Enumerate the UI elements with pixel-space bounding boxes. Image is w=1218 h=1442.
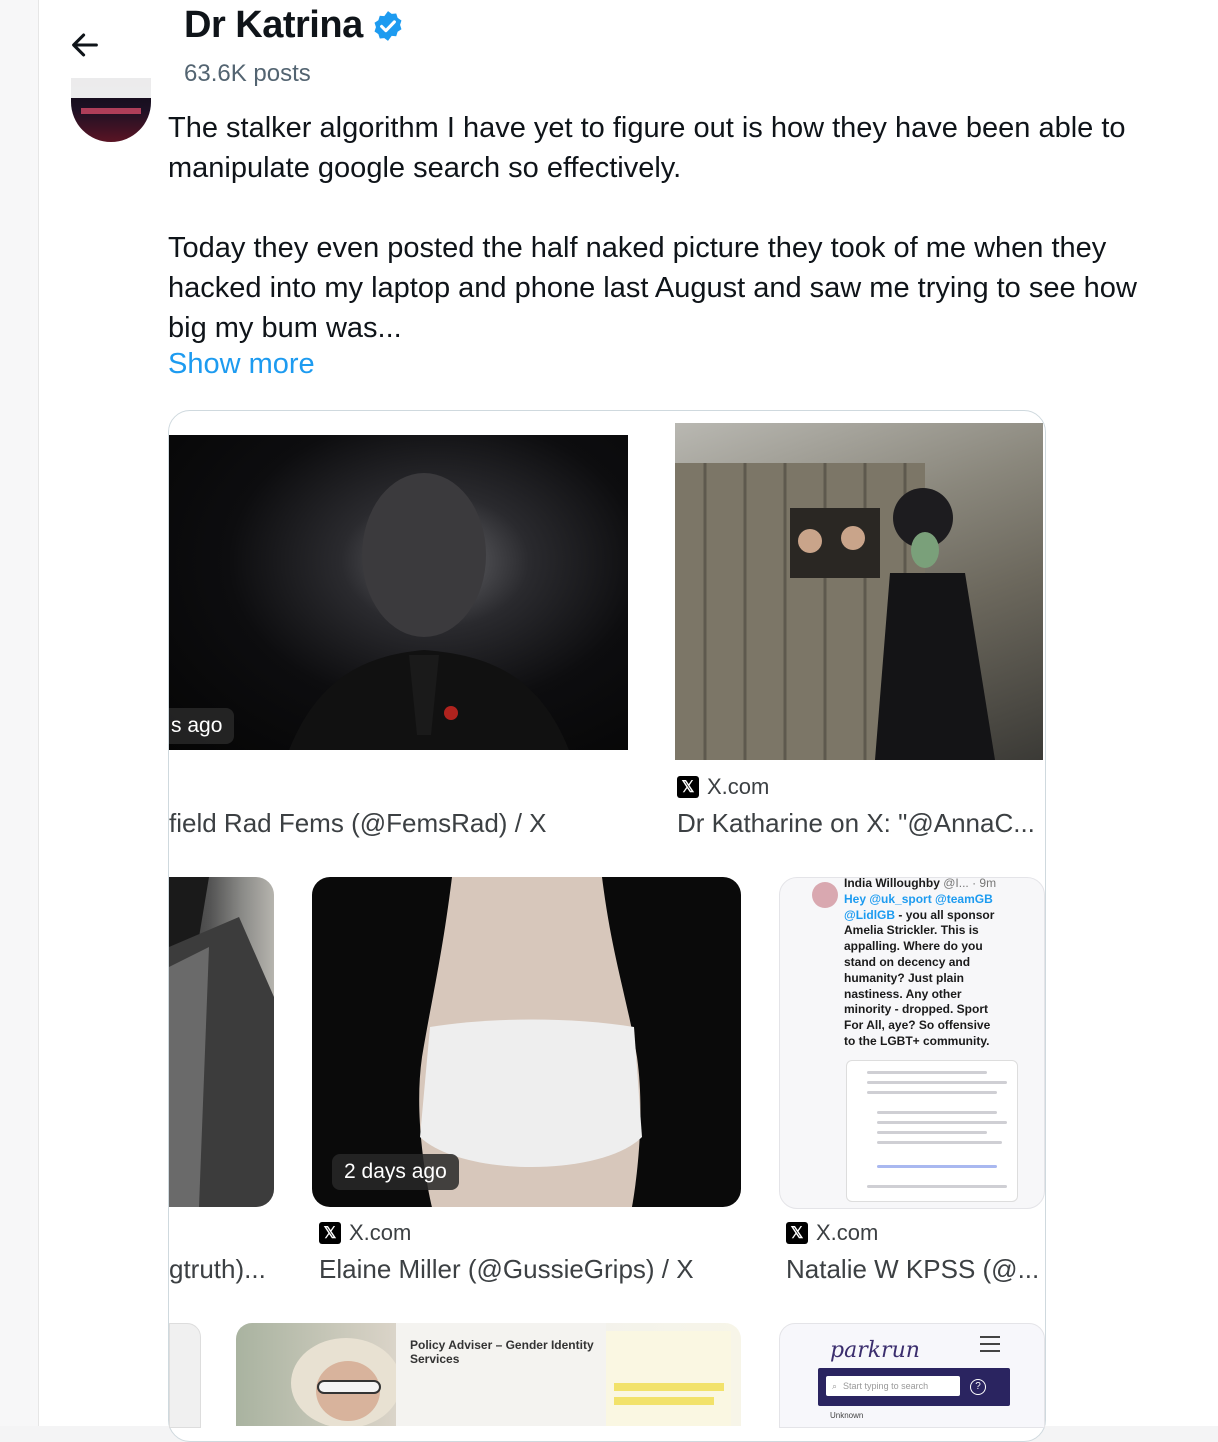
avatar-decoration: [81, 108, 141, 114]
result-caption-3[interactable]: gtruth)...: [169, 1254, 266, 1285]
tweet-paragraph-2-line-3: big my bum was...: [168, 312, 402, 344]
show-more-link[interactable]: Show more: [168, 348, 315, 381]
result-caption-5[interactable]: Natalie W KPSS (@...: [786, 1254, 1039, 1285]
result-source-4: 𝕏 X.com: [319, 1220, 411, 1246]
parkrun-search-input: ⌕ Start typing to search: [826, 1376, 960, 1396]
time-badge-4: 2 days ago: [332, 1154, 459, 1190]
avatar-small: [812, 882, 838, 908]
x-logo-icon: 𝕏: [786, 1222, 808, 1244]
result-caption-1[interactable]: field Rad Fems (@FemsRad) / X: [169, 808, 546, 839]
tweet-paragraph-1: The stalker algorithm I have yet to figu…: [168, 112, 1126, 184]
source-label: X.com: [816, 1220, 879, 1245]
left-gutter: [0, 0, 39, 1426]
time-badge-1: s ago: [169, 708, 235, 744]
policy-doc-title: Policy Adviser – Gender Identity Service…: [410, 1338, 594, 1366]
x-logo-icon: 𝕏: [677, 776, 699, 798]
result-source-2: 𝕏 X.com: [677, 774, 769, 800]
tweet-paragraph-2-line-2: hacked into my laptop and phone last Aug…: [168, 272, 1137, 304]
help-icon: ?: [970, 1379, 986, 1395]
tweet-paragraph-2-line-1: Today they even posted the half naked pi…: [168, 232, 1107, 264]
post-count: 63.6K posts: [184, 60, 311, 87]
profile-name: Dr Katrina: [184, 4, 363, 46]
result-image-1[interactable]: [169, 435, 628, 750]
result-source-5: 𝕏 X.com: [786, 1220, 878, 1246]
wagon-scene-icon: [675, 463, 995, 760]
suit-person-icon: [169, 877, 274, 1207]
source-label: X.com: [349, 1220, 412, 1245]
quoted-tweet-thumbnail: [846, 1060, 1018, 1202]
tweet-text: The stalker algorithm I have yet to figu…: [168, 108, 1208, 348]
result-image-2[interactable]: [675, 423, 1043, 760]
result-caption-4[interactable]: Elaine Miller (@GussieGrips) / X: [319, 1254, 694, 1285]
source-label: X.com: [707, 774, 770, 799]
unknown-label: Unknown: [830, 1411, 864, 1420]
result-caption-2[interactable]: Dr Katharine on X: "@AnnaC...: [677, 808, 1035, 839]
snippet-body: - you all sponsor Amelia Strickler. This…: [844, 907, 995, 1048]
man-silhouette-icon: [289, 473, 569, 750]
back-button[interactable]: [62, 22, 108, 68]
snippet-author: India Willoughby: [844, 876, 940, 890]
x-logo-icon: 𝕏: [319, 1222, 341, 1244]
profile-title: Dr Katrina: [184, 4, 405, 47]
verified-badge-icon: [374, 10, 402, 41]
back-arrow-icon: [72, 33, 98, 57]
result-image-partial-left[interactable]: [169, 1323, 201, 1428]
parkrun-search-placeholder: Start typing to search: [843, 1381, 929, 1391]
snippet-handle: @I... · 9m: [943, 876, 997, 890]
result-image-3[interactable]: [169, 877, 274, 1207]
tweet-snippet: India Willoughby @I... · 9m Hey @uk_spor…: [844, 876, 1004, 1050]
hamburger-menu-icon: [980, 1336, 1000, 1357]
parkrun-logo: parkrun: [830, 1338, 920, 1363]
